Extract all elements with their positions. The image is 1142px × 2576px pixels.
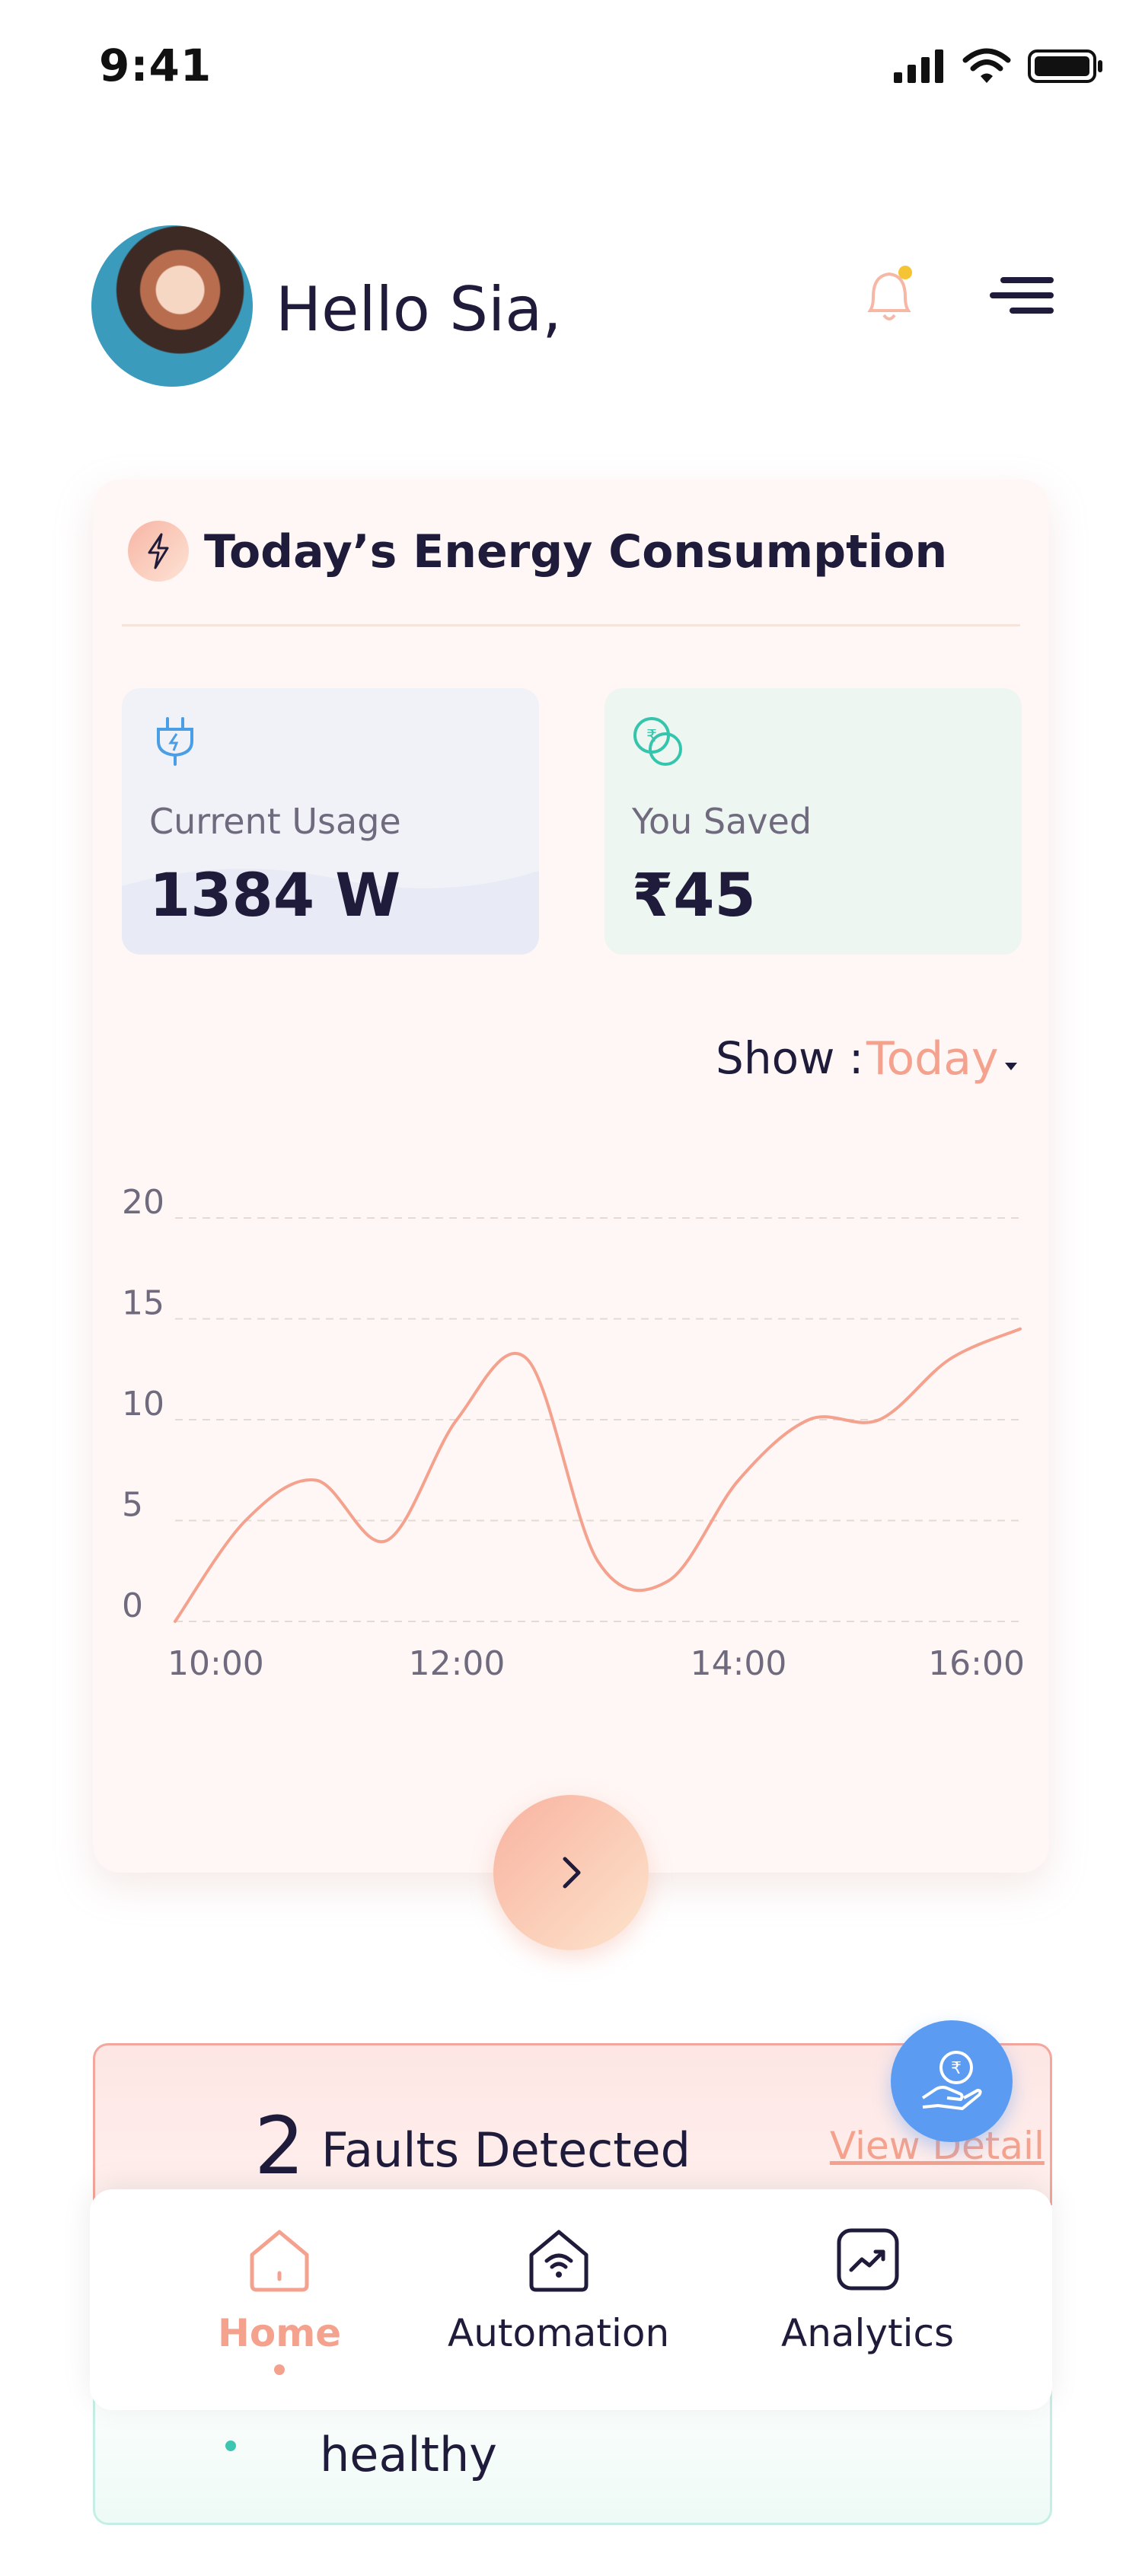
- chevron-down-icon[interactable]: [1005, 1063, 1017, 1070]
- cellular-signal-icon: [894, 49, 943, 83]
- svg-text:₹: ₹: [646, 727, 657, 746]
- chevron-right-icon: [563, 1857, 581, 1889]
- energy-line-chart: 0 5 10 15 20 10:00 12:00 14:00 16:00: [122, 1183, 1025, 1683]
- home-icon: [250, 2230, 309, 2292]
- hand-rupee-icon: ₹: [921, 2051, 982, 2110]
- card-title: Today’s Energy Consumption: [204, 525, 948, 579]
- you-saved-label: You Saved: [632, 801, 812, 842]
- x-tick-label: 12:00: [409, 1644, 506, 1683]
- current-usage-value: 1384 W: [149, 862, 401, 930]
- current-usage-label: Current Usage: [149, 801, 401, 842]
- lightning-icon: [128, 521, 189, 582]
- card-divider: [122, 624, 1020, 626]
- avatar[interactable]: [91, 225, 253, 387]
- y-tick-label: 5: [122, 1486, 143, 1525]
- analytics-icon: [837, 2228, 899, 2291]
- y-tick-label: 10: [122, 1385, 164, 1423]
- greeting: Hello Sia,: [276, 274, 562, 345]
- rupee-coins-icon: ₹: [633, 717, 682, 766]
- nav-automation[interactable]: Automation: [448, 2221, 669, 2355]
- svg-text:₹: ₹: [951, 2059, 962, 2078]
- health-text: healthy: [320, 2427, 497, 2482]
- nav-home-label: Home: [218, 2311, 342, 2355]
- bullet-dot: [225, 2441, 236, 2451]
- plug-icon: [157, 717, 193, 766]
- x-tick-label: 14:00: [691, 1644, 787, 1683]
- y-tick-label: 20: [122, 1183, 164, 1222]
- status-time: 9:41: [99, 40, 212, 91]
- nav-automation-label: Automation: [448, 2311, 670, 2355]
- show-label: Show :: [716, 1032, 864, 1084]
- show-dropdown[interactable]: Today: [866, 1032, 999, 1086]
- bottom-nav: Home Automation Analytics: [90, 2189, 1052, 2410]
- notification-bell-icon[interactable]: [856, 260, 922, 329]
- you-saved-value: ₹45: [632, 862, 756, 930]
- nav-analytics[interactable]: Analytics: [781, 2221, 954, 2355]
- savings-fab[interactable]: ₹: [891, 2020, 1013, 2142]
- series-line: [174, 1327, 1022, 1623]
- you-saved-tile[interactable]: ₹ You Saved ₹45: [604, 688, 1022, 955]
- x-tick-label: 16:00: [928, 1644, 1025, 1683]
- menu-icon[interactable]: [990, 274, 1054, 320]
- faults-label: Faults Detected: [321, 2122, 691, 2178]
- nav-home[interactable]: Home: [218, 2221, 341, 2375]
- next-button[interactable]: [493, 1795, 649, 1950]
- wifi-icon: [962, 48, 1011, 83]
- status-icons: [892, 47, 1104, 85]
- battery-icon: [1028, 49, 1102, 83]
- faults-count: 2: [254, 2099, 305, 2192]
- x-tick-label: 10:00: [167, 1644, 264, 1683]
- y-tick-label: 15: [122, 1284, 164, 1323]
- y-tick-label: 0: [122, 1586, 143, 1625]
- active-indicator: [274, 2364, 286, 2375]
- current-usage-tile[interactable]: Current Usage 1384 W: [122, 688, 539, 955]
- automation-icon: [529, 2230, 589, 2292]
- nav-analytics-label: Analytics: [781, 2311, 955, 2355]
